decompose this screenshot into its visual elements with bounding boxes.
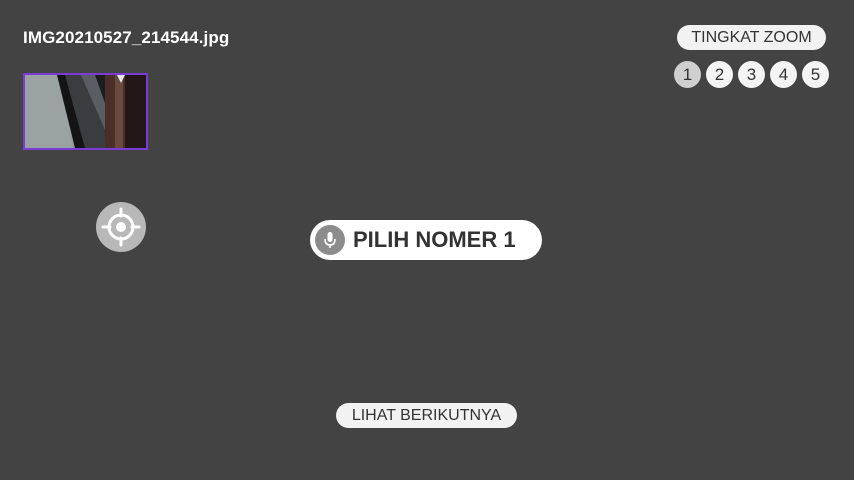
photo-thumbnail[interactable]	[23, 73, 148, 150]
view-next-button[interactable]: LIHAT BERIKUTNYA	[336, 403, 517, 428]
zoom-level-4-button[interactable]: 4	[770, 61, 797, 88]
voice-command-prompt[interactable]: PILIH NOMER 1	[310, 220, 542, 260]
zoom-level-5-button[interactable]: 5	[802, 61, 829, 88]
file-name: IMG20210527_214544.jpg	[23, 28, 230, 47]
zoom-level-3-button[interactable]: 3	[738, 61, 765, 88]
zoom-level-label: TINGKAT ZOOM	[677, 25, 826, 50]
zoom-level-selector: 1 2 3 4 5	[674, 61, 829, 88]
voice-prompt-text: PILIH NOMER 1	[353, 227, 516, 252]
zoom-level-2-button[interactable]: 2	[706, 61, 733, 88]
zoom-level-1-button[interactable]: 1	[674, 61, 701, 88]
thumbnail-image	[25, 75, 146, 148]
microphone-button[interactable]	[315, 225, 345, 255]
microphone-icon	[324, 232, 336, 248]
locate-button[interactable]	[96, 202, 146, 252]
crosshair-icon	[101, 207, 141, 247]
